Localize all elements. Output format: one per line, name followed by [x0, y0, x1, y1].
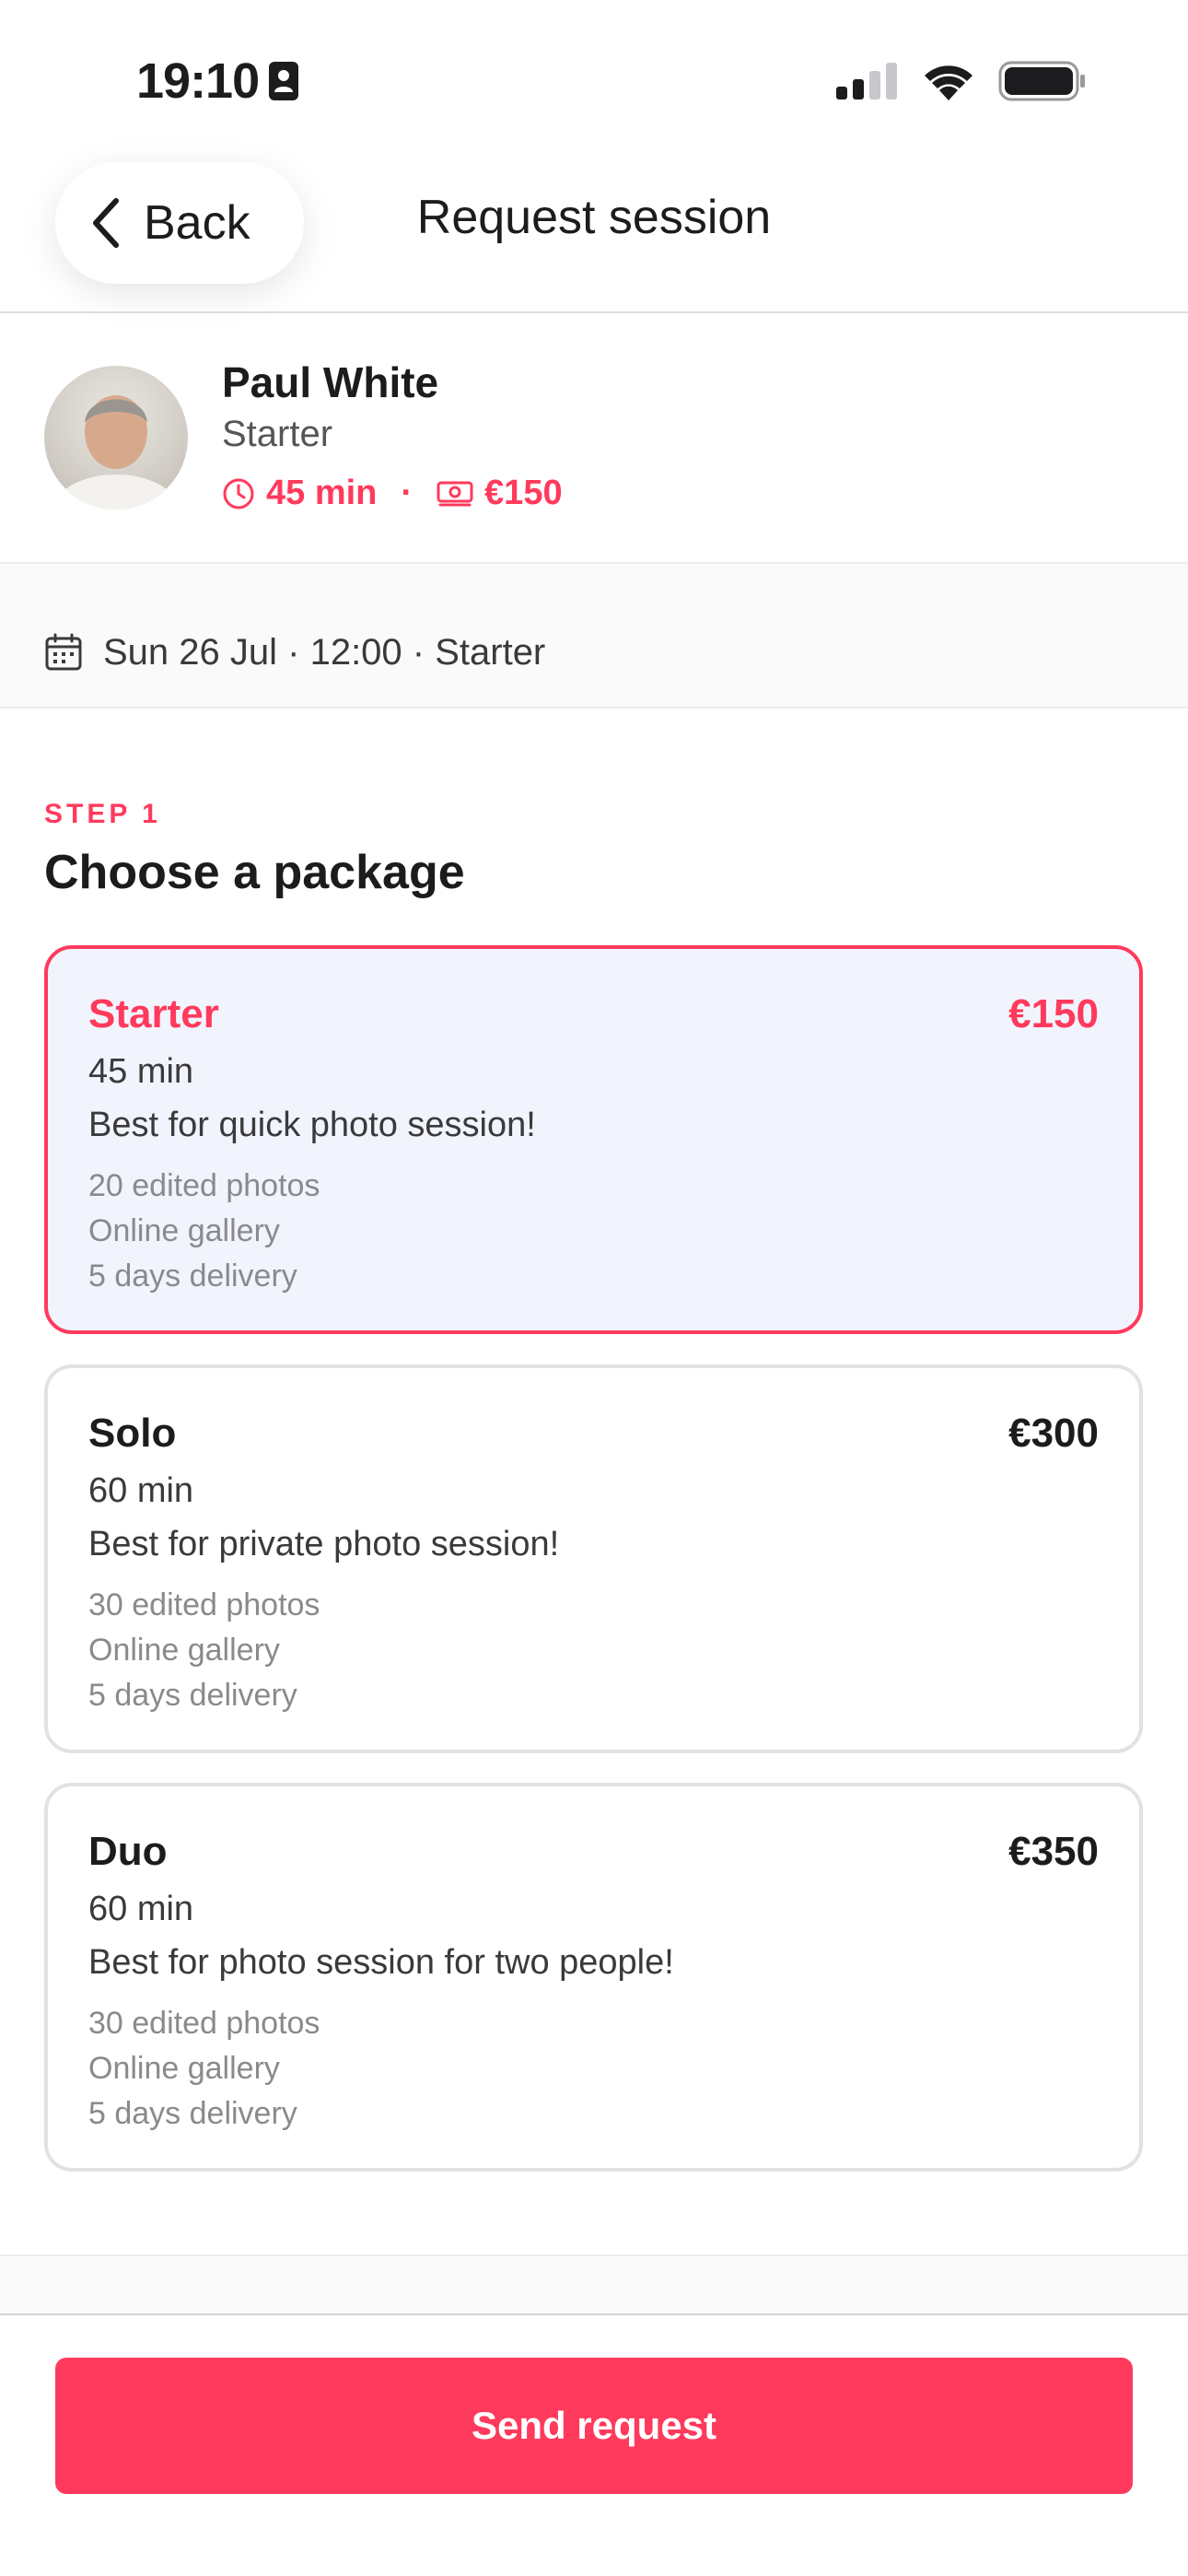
photographer-name: Paul White	[222, 358, 439, 406]
package-feature: Online gallery	[88, 2051, 280, 2086]
meta-separator: ·	[401, 474, 413, 512]
package-description: Best for photo session for two people!	[88, 1943, 674, 1982]
photographer-package: Starter	[222, 414, 333, 454]
package-feature: 5 days delivery	[88, 2096, 297, 2131]
calendar-icon	[45, 633, 82, 671]
package-feature: 30 edited photos	[88, 2006, 320, 2041]
package-description: Best for private photo session!	[88, 1525, 560, 1563]
package-feature: Online gallery	[88, 1213, 280, 1248]
photographer-avatar	[44, 366, 188, 509]
cellular-signal-icon	[836, 63, 897, 100]
content-footer-band	[0, 2255, 1188, 2314]
package-card-duo[interactable]: Duo €350 60 min Best for photo session f…	[44, 1783, 1143, 2172]
wifi-icon	[925, 65, 973, 100]
bottom-bar-divider	[0, 2313, 1188, 2315]
package-card-starter[interactable]: Starter €150 45 min Best for quick photo…	[44, 945, 1143, 1334]
package-duration: 60 min	[88, 1890, 194, 1928]
cash-icon	[437, 481, 473, 506]
package-price: €300	[1008, 1411, 1099, 1456]
booking-summary: Sun 26 Jul · 12:00 · Starter	[44, 626, 545, 678]
content-end-divider	[0, 2254, 1188, 2256]
step-label: STEP 1	[44, 799, 161, 829]
contact-card-icon	[269, 62, 299, 100]
status-time-text: 19:10	[136, 53, 260, 109]
package-feature: 20 edited photos	[88, 1168, 320, 1203]
photographer-meta: 45 min · €150	[222, 474, 563, 513]
photographer-price: €150	[484, 474, 563, 512]
package-feature: Online gallery	[88, 1633, 280, 1668]
package-duration: 60 min	[88, 1471, 194, 1510]
package-duration: 45 min	[88, 1052, 194, 1091]
booking-summary-text: Sun 26 Jul · 12:00 · Starter	[103, 631, 546, 673]
photographer-duration: 45 min	[266, 474, 378, 512]
page-title: Request session	[416, 191, 772, 244]
package-name: Duo	[88, 1829, 168, 1874]
send-request-button[interactable]: Send request	[55, 2358, 1133, 2494]
package-name: Starter	[88, 991, 219, 1036]
battery-icon	[998, 61, 1085, 101]
package-feature: 30 edited photos	[88, 1587, 320, 1622]
package-feature: 5 days delivery	[88, 1678, 297, 1713]
status-bar-indicators	[836, 57, 1087, 105]
package-name: Solo	[88, 1411, 177, 1456]
clock-icon	[223, 478, 254, 509]
package-price: €350	[1008, 1829, 1099, 1874]
section-title: Choose a package	[44, 846, 465, 899]
package-price: €150	[1008, 991, 1099, 1036]
status-bar-time: 19:10	[136, 44, 299, 118]
package-description: Best for quick photo session!	[88, 1106, 536, 1144]
package-card-solo[interactable]: Solo €300 60 min Best for private photo …	[44, 1364, 1143, 1753]
header-divider	[0, 311, 1188, 313]
summary-divider	[0, 707, 1188, 708]
package-feature: 5 days delivery	[88, 1259, 297, 1294]
